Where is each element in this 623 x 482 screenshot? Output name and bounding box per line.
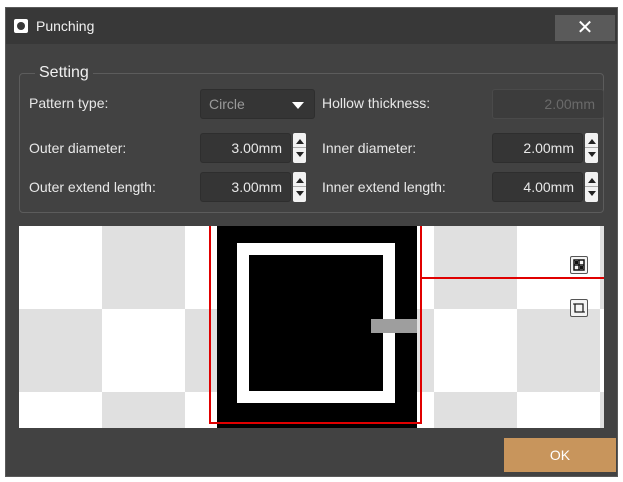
outer-diameter-value: 3.00mm [231, 140, 282, 156]
outer-extend-length-input[interactable]: 3.00mm [200, 172, 291, 202]
selection-rectangle[interactable] [209, 226, 422, 424]
inner-extend-length-stepper[interactable] [585, 172, 598, 202]
hollow-thickness-value: 2.00mm [544, 96, 595, 112]
hollow-thickness-label: Hollow thickness: [322, 95, 431, 111]
pattern-type-select[interactable]: Circle [200, 89, 315, 119]
inner-extend-length-label: Inner extend length: [322, 179, 446, 195]
fit-view-icon [573, 259, 585, 271]
outer-extend-length-stepper[interactable] [293, 172, 306, 202]
stepper-down-icon[interactable] [296, 191, 304, 196]
inner-diameter-label: Inner diameter: [322, 140, 417, 156]
inner-diameter-value: 2.00mm [523, 140, 574, 156]
inner-extend-length-input[interactable]: 4.00mm [492, 172, 583, 202]
outer-diameter-label: Outer diameter: [29, 140, 127, 156]
pattern-type-label: Pattern type: [29, 95, 109, 111]
title-bar[interactable]: Punching ✕ [6, 8, 617, 44]
chevron-down-icon [292, 102, 304, 109]
inner-diameter-stepper[interactable] [585, 133, 598, 163]
stepper-up-icon[interactable] [588, 139, 596, 144]
stepper-down-icon[interactable] [588, 152, 596, 157]
fit-view-button[interactable] [570, 256, 588, 274]
stepper-up-icon[interactable] [296, 178, 304, 183]
frame-button[interactable] [570, 299, 588, 317]
frame-icon [573, 303, 585, 313]
close-button[interactable]: ✕ [555, 15, 615, 41]
hollow-thickness-input: 2.00mm [492, 89, 604, 119]
inner-extend-length-value: 4.00mm [523, 179, 574, 195]
punching-dialog: Punching ✕ Setting Pattern type: Circle … [5, 7, 618, 477]
stepper-down-icon[interactable] [588, 191, 596, 196]
outer-extend-length-value: 3.00mm [231, 179, 282, 195]
stepper-up-icon[interactable] [296, 139, 304, 144]
pattern-preview[interactable] [19, 226, 604, 428]
pattern-type-value: Circle [209, 96, 245, 112]
ok-button[interactable]: OK [504, 438, 616, 472]
punching-app-icon [14, 19, 28, 33]
window-title: Punching [36, 18, 95, 34]
outer-extend-length-label: Outer extend length: [29, 179, 156, 195]
setting-group-title: Setting [35, 64, 93, 82]
stepper-down-icon[interactable] [296, 152, 304, 157]
outer-diameter-input[interactable]: 3.00mm [200, 133, 291, 163]
inner-diameter-input[interactable]: 2.00mm [492, 133, 583, 163]
stepper-up-icon[interactable] [588, 178, 596, 183]
selection-guide-line [422, 277, 604, 279]
outer-diameter-stepper[interactable] [293, 133, 306, 163]
